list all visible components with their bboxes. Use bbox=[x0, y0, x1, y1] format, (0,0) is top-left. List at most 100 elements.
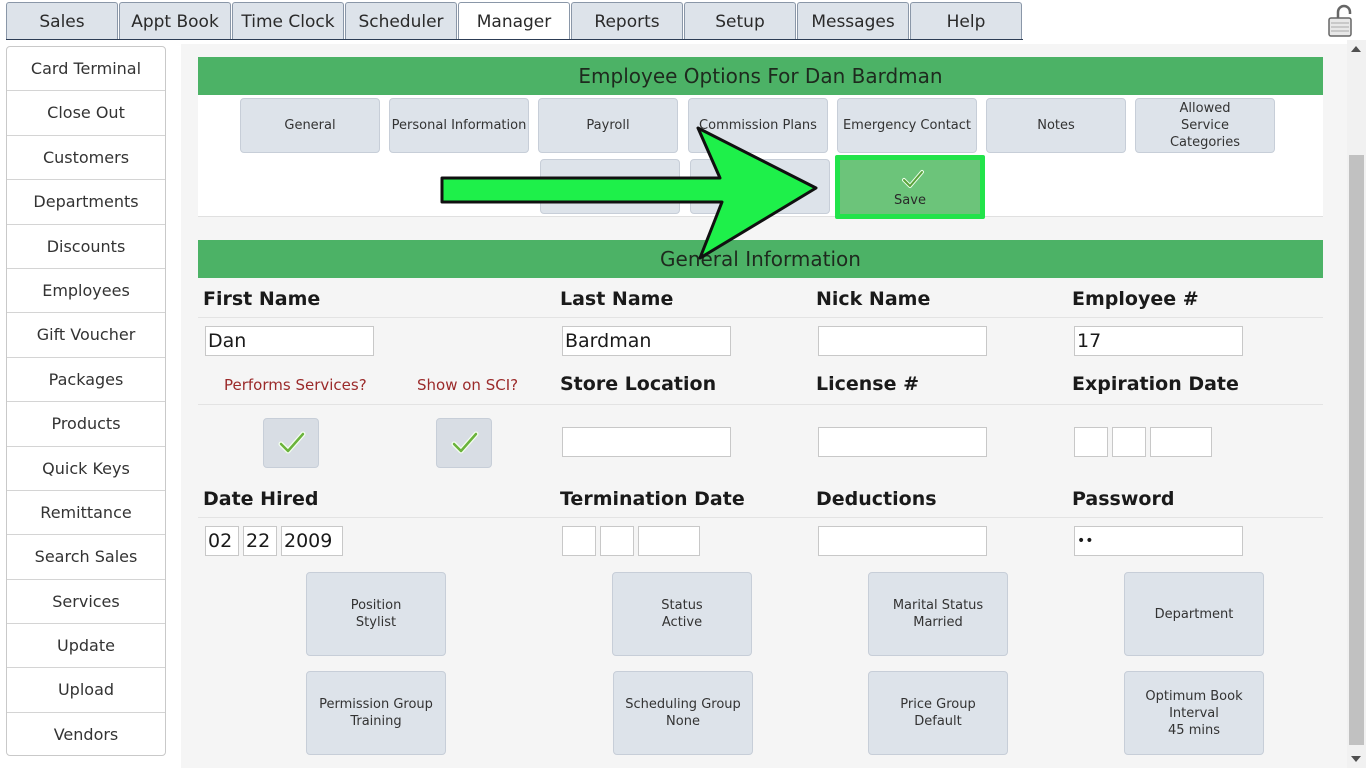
status-button[interactable]: Status Active bbox=[612, 572, 752, 656]
performs-services-checkbox[interactable] bbox=[263, 418, 319, 468]
row-divider bbox=[198, 517, 1323, 518]
date-hired-year-input[interactable]: 2009 bbox=[281, 526, 343, 556]
price-group-title: Price Group bbox=[900, 697, 976, 712]
sidebar-item-quick-keys[interactable]: Quick Keys bbox=[7, 447, 165, 491]
row-divider bbox=[198, 317, 1323, 318]
last-name-input[interactable]: Bardman bbox=[562, 326, 731, 356]
sidebar-item-vendors[interactable]: Vendors bbox=[7, 713, 165, 755]
tab-sales[interactable]: Sales bbox=[6, 2, 118, 40]
date-hired-day-input[interactable]: 22 bbox=[243, 526, 277, 556]
employee-number-label: Employee # bbox=[1072, 288, 1199, 310]
termination-date-label: Termination Date bbox=[560, 488, 745, 510]
last-name-label: Last Name bbox=[560, 288, 674, 310]
store-location-label: Store Location bbox=[560, 373, 717, 395]
check-icon bbox=[451, 431, 479, 454]
expiration-day-input[interactable] bbox=[1112, 427, 1146, 457]
sidebar-item-card-terminal[interactable]: Card Terminal bbox=[7, 47, 165, 92]
position-title: Position bbox=[350, 598, 402, 613]
optimum-book-interval-value: 45 mins bbox=[1168, 722, 1220, 738]
option-hidden-button-1[interactable] bbox=[540, 159, 680, 214]
sidebar-item-gift-voucher[interactable]: Gift Voucher bbox=[7, 313, 165, 358]
scheduling-group-title: Scheduling Group bbox=[625, 697, 741, 712]
option-payroll-button[interactable]: Payroll bbox=[538, 98, 678, 153]
nick-name-input[interactable] bbox=[818, 326, 987, 356]
main-scrollbar[interactable] bbox=[1347, 40, 1366, 768]
check-icon bbox=[278, 431, 306, 454]
sidebar-item-employees[interactable]: Employees bbox=[7, 269, 165, 314]
permission-group-button[interactable]: Permission Group Training bbox=[306, 671, 446, 755]
sidebar-item-services[interactable]: Services bbox=[7, 580, 165, 625]
expiration-date-label: Expiration Date bbox=[1072, 373, 1239, 395]
date-hired-label: Date Hired bbox=[203, 488, 319, 510]
marital-status-value: Married bbox=[913, 615, 963, 630]
option-emergency-contact-button[interactable]: Emergency Contact bbox=[837, 98, 977, 153]
optimum-book-interval-button[interactable]: Optimum Book Interval 45 mins bbox=[1124, 671, 1264, 755]
check-icon bbox=[902, 170, 924, 188]
tab-messages[interactable]: Messages bbox=[797, 2, 909, 40]
tab-reports[interactable]: Reports bbox=[571, 2, 683, 40]
deductions-input[interactable] bbox=[818, 526, 987, 556]
marital-status-button[interactable]: Marital Status Married bbox=[868, 572, 1008, 656]
position-button[interactable]: Position Stylist bbox=[306, 572, 446, 656]
tab-bar-divider bbox=[6, 39, 1023, 40]
option-commission-plans-button[interactable]: Commission Plans bbox=[688, 98, 828, 153]
sidebar-item-close-out[interactable]: Close Out bbox=[7, 91, 165, 136]
first-name-input[interactable]: Dan bbox=[205, 326, 374, 356]
permission-group-value: Training bbox=[350, 714, 402, 729]
department-button[interactable]: Department bbox=[1124, 572, 1264, 656]
status-title: Status bbox=[661, 598, 703, 613]
scroll-up-icon[interactable] bbox=[1351, 46, 1361, 52]
tab-appt-book[interactable]: Appt Book bbox=[119, 2, 231, 40]
employee-options-title: Employee Options For Dan Bardman bbox=[198, 57, 1323, 95]
option-notes-button[interactable]: Notes bbox=[986, 98, 1126, 153]
general-information-title: General Information bbox=[198, 240, 1323, 278]
optimum-book-interval-title: Optimum Book Interval bbox=[1145, 688, 1243, 721]
sidebar-item-upload[interactable]: Upload bbox=[7, 668, 165, 713]
option-general-button[interactable]: General bbox=[240, 98, 380, 153]
deductions-label: Deductions bbox=[816, 488, 937, 510]
performs-services-label: Performs Services? bbox=[224, 376, 367, 394]
password-input[interactable]: •• bbox=[1074, 526, 1243, 556]
scroll-down-icon[interactable] bbox=[1351, 756, 1361, 762]
expiration-month-input[interactable] bbox=[1074, 427, 1108, 457]
top-tab-bar: Sales Appt Book Time Clock Scheduler Man… bbox=[0, 0, 1366, 40]
sidebar-item-customers[interactable]: Customers bbox=[7, 136, 165, 181]
price-group-value: Default bbox=[914, 714, 962, 729]
price-group-button[interactable]: Price Group Default bbox=[868, 671, 1008, 755]
tab-time-clock[interactable]: Time Clock bbox=[232, 2, 344, 40]
tab-manager[interactable]: Manager bbox=[458, 2, 570, 40]
expiration-year-input[interactable] bbox=[1150, 427, 1212, 457]
save-button[interactable]: Save bbox=[835, 155, 985, 219]
license-input[interactable] bbox=[818, 427, 987, 457]
option-allowed-service-categories-button[interactable]: Allowed Service Categories bbox=[1135, 98, 1275, 153]
tab-setup[interactable]: Setup bbox=[684, 2, 796, 40]
tab-help[interactable]: Help bbox=[910, 2, 1022, 40]
sidebar-item-packages[interactable]: Packages bbox=[7, 358, 165, 403]
row-divider bbox=[198, 404, 1323, 405]
sidebar-item-departments[interactable]: Departments bbox=[7, 180, 165, 225]
show-on-sci-checkbox[interactable] bbox=[436, 418, 492, 468]
store-location-input[interactable] bbox=[562, 427, 731, 457]
department-title: Department bbox=[1154, 606, 1234, 622]
lock-icon[interactable] bbox=[1326, 4, 1356, 38]
employee-number-input[interactable]: 17 bbox=[1074, 326, 1243, 356]
option-personal-information-button[interactable]: Personal Information bbox=[389, 98, 529, 153]
date-hired-month-input[interactable]: 02 bbox=[205, 526, 239, 556]
termination-day-input[interactable] bbox=[600, 526, 634, 556]
position-value: Stylist bbox=[355, 615, 397, 630]
status-value: Active bbox=[661, 615, 703, 630]
option-hidden-button-2[interactable] bbox=[690, 159, 830, 214]
sidebar-item-discounts[interactable]: Discounts bbox=[7, 225, 165, 269]
scheduling-group-button[interactable]: Scheduling Group None bbox=[613, 671, 753, 755]
scroll-thumb[interactable] bbox=[1349, 155, 1364, 745]
sidebar-item-search-sales[interactable]: Search Sales bbox=[7, 535, 165, 580]
sidebar-item-products[interactable]: Products bbox=[7, 402, 165, 447]
sidebar-item-remittance[interactable]: Remittance bbox=[7, 491, 165, 536]
license-label: License # bbox=[816, 373, 920, 395]
save-label: Save bbox=[894, 193, 926, 208]
termination-year-input[interactable] bbox=[638, 526, 700, 556]
tab-scheduler[interactable]: Scheduler bbox=[345, 2, 457, 40]
password-label: Password bbox=[1072, 488, 1175, 510]
termination-month-input[interactable] bbox=[562, 526, 596, 556]
sidebar-item-update[interactable]: Update bbox=[7, 624, 165, 669]
